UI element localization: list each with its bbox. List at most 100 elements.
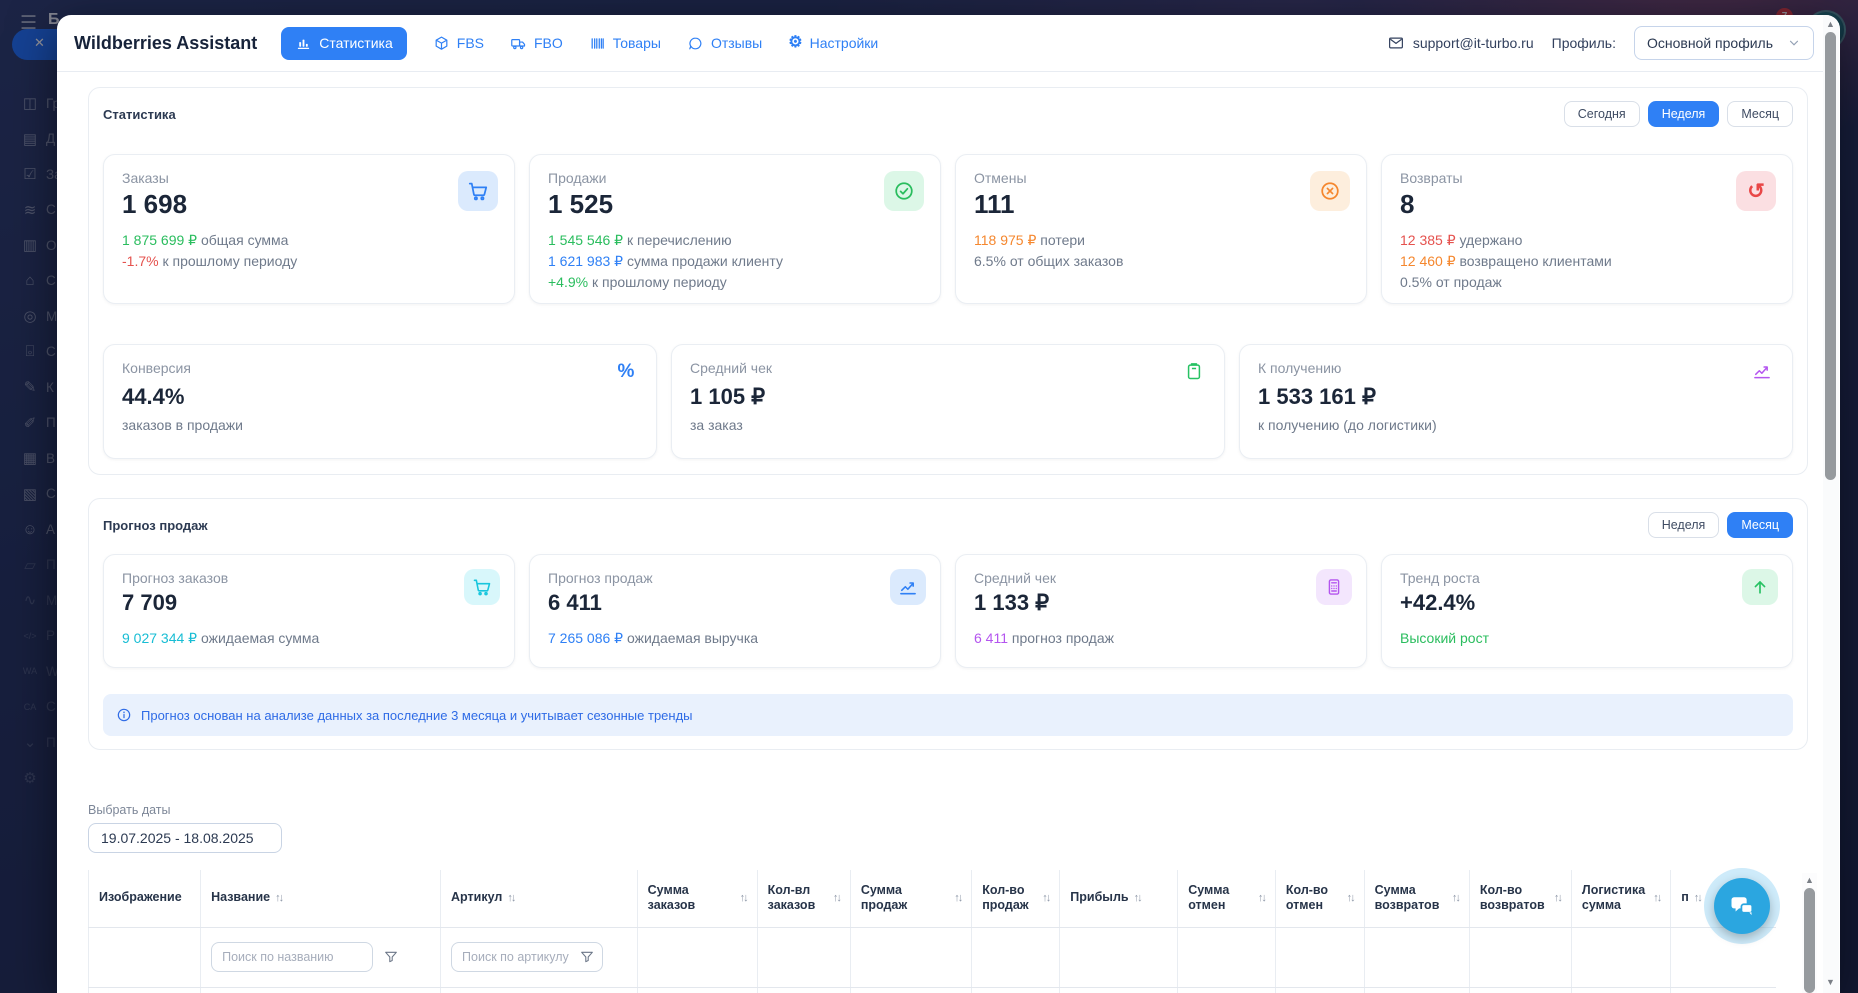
card-value: 1 525 — [548, 189, 922, 220]
conversion-card: Конверсия 44.4% заказов в продажи % — [103, 344, 657, 459]
statistics-period-button[interactable]: Месяц — [1727, 101, 1793, 127]
column-label: Сумма возвратов — [1375, 883, 1447, 914]
card-title: Отмены — [974, 170, 1348, 186]
tab-label: FBS — [457, 35, 484, 51]
returns-card: Возвраты 8 ↺ 12 385 ₽ удержано 12 460 ₽ … — [1381, 154, 1793, 304]
table-column-header[interactable]: Логистика сумма↑↓ — [1571, 870, 1670, 927]
main-nav-tabs: Статистика FBS FBO Товары Отзывы ⚙ Настр… — [281, 27, 878, 60]
table-column-header[interactable]: Сумма возвратов ↑↓ — [1364, 870, 1469, 927]
card-icon-box — [1742, 569, 1778, 605]
sort-icon[interactable]: ↑↓ — [507, 892, 514, 904]
scroll-down-arrow[interactable]: ▼ — [1823, 977, 1838, 987]
table-filter-cell — [850, 927, 971, 987]
sort-icon[interactable]: ↑↓ — [740, 892, 747, 904]
to-receive-card: К получению 1 533 161 ₽ к получению (до … — [1239, 344, 1793, 459]
card-metric: +4.9% — [548, 274, 588, 290]
name-search-input[interactable] — [211, 942, 373, 972]
card-metric: 0.5% — [1400, 274, 1432, 290]
forecast-period-button[interactable]: Месяц — [1727, 512, 1793, 538]
cart-icon — [467, 180, 489, 202]
modal-header: Wildberries Assistant Статистика FBS FBO… — [57, 15, 1840, 72]
table-column-header[interactable]: Прибыль↑↓ — [1060, 870, 1178, 927]
card-icon-box — [1310, 171, 1350, 211]
table-column-header[interactable]: Название↑↓ — [201, 870, 441, 927]
statistics-period-button[interactable]: Сегодня — [1564, 101, 1640, 127]
card-metric-label: удержано — [1460, 232, 1523, 248]
sort-icon[interactable]: ↑↓ — [954, 892, 961, 904]
arrow-up-icon — [1750, 577, 1770, 597]
wildberries-assistant-modal: Wildberries Assistant Статистика FBS FBO… — [57, 15, 1840, 993]
card-title: К получению — [1258, 360, 1774, 376]
scrollbar-thumb[interactable] — [1825, 32, 1836, 480]
table-filter-cell — [1469, 927, 1571, 987]
card-metric: -1.7% — [122, 253, 159, 269]
modal-scrollbar[interactable]: ▲ ▼ — [1823, 15, 1839, 993]
scroll-up-arrow[interactable]: ▲ — [1823, 19, 1838, 29]
table-column-header[interactable]: Сумма отмен ↑↓ — [1178, 870, 1276, 927]
card-title: Прогноз заказов — [122, 570, 496, 586]
forecast-period-button[interactable]: Неделя — [1648, 512, 1720, 538]
card-metric: 6 411 — [974, 630, 1008, 646]
card-metric-label: потери — [1040, 232, 1085, 248]
table-column-header[interactable]: Сумма заказов↑↓ — [637, 870, 757, 927]
sort-icon[interactable]: ↑↓ — [1694, 892, 1701, 904]
table-column-header[interactable]: Кол-во отмен↑↓ — [1275, 870, 1364, 927]
bar-chart-icon — [295, 35, 312, 52]
sort-icon[interactable]: ↑↓ — [1653, 892, 1660, 904]
table-column-header[interactable]: Артикул↑↓ — [441, 870, 638, 927]
statistics-period-button[interactable]: Неделя — [1648, 101, 1720, 127]
table-column-header[interactable]: Кол-во продаж↑↓ — [972, 870, 1060, 927]
column-label: Сумма отмен — [1188, 883, 1253, 914]
card-metric-label: от общих заказов — [1010, 253, 1124, 269]
tab-statistics[interactable]: Статистика — [281, 27, 407, 60]
info-icon — [116, 707, 132, 723]
sort-icon[interactable]: ↑↓ — [275, 892, 282, 904]
card-subtitle: к получению (до логистики) — [1258, 417, 1774, 433]
forecast-period-buttons: Неделя Месяц — [1648, 512, 1793, 538]
table-row-cell — [89, 987, 201, 993]
card-metric: 12 460 ₽ — [1400, 253, 1456, 269]
statistics-section: Статистика СегодняНеделяМесяц Заказы 1 6… — [88, 87, 1808, 475]
date-range-input[interactable] — [88, 823, 282, 853]
chat-button[interactable] — [1714, 878, 1770, 934]
card-metric-label: к прошлому периоду — [162, 253, 297, 269]
sort-icon[interactable]: ↑↓ — [1258, 892, 1265, 904]
filter-funnel-icon[interactable] — [383, 949, 399, 965]
tab-settings[interactable]: ⚙ Настройки — [788, 35, 878, 51]
card-metric-label: к прошлому периоду — [592, 274, 727, 290]
tab-label: Товары — [613, 35, 661, 51]
card-value: +42.4% — [1400, 590, 1774, 616]
table-column-header[interactable]: Сумма продаж↑↓ — [850, 870, 971, 927]
sort-icon[interactable]: ↑↓ — [1554, 892, 1561, 904]
table-filter-cell — [972, 927, 1060, 987]
tab-fbo[interactable]: FBO — [510, 35, 563, 52]
filter-funnel-icon[interactable] — [579, 949, 595, 965]
table-column-header[interactable]: Кол-вл заказов↑↓ — [757, 870, 850, 927]
card-metric: 7 265 086 ₽ — [548, 630, 623, 646]
profile-select[interactable]: Основной профиль — [1634, 26, 1814, 60]
card-value: 1 133 ₽ — [974, 590, 1348, 616]
forecast-orders-card: Прогноз заказов 7 709 9 027 344 ₽ ожидае… — [103, 554, 515, 668]
scrollbar-thumb[interactable] — [1804, 888, 1815, 993]
tab-fbs[interactable]: FBS — [433, 35, 484, 52]
table-filter-cell — [441, 927, 638, 987]
sort-icon[interactable]: ↑↓ — [1347, 892, 1354, 904]
sort-icon[interactable]: ↑↓ — [1042, 892, 1049, 904]
card-metric: Высокий рост — [1400, 630, 1489, 646]
table-row-cell — [972, 987, 1060, 993]
chart-line-icon — [898, 577, 918, 597]
sort-icon[interactable]: ↑↓ — [1452, 892, 1459, 904]
products-table: ИзображениеНазвание↑↓Артикул↑↓Сумма зака… — [88, 870, 1776, 993]
gear-icon: ⚙ — [788, 35, 802, 51]
sort-icon[interactable]: ↑↓ — [833, 892, 840, 904]
envelope-icon — [1387, 34, 1405, 52]
tab-products[interactable]: Товары — [589, 35, 661, 52]
table-filter-cell — [757, 927, 850, 987]
scroll-up-arrow[interactable]: ▲ — [1802, 875, 1817, 885]
sort-icon[interactable]: ↑↓ — [1134, 892, 1141, 904]
card-value: 1 698 — [122, 189, 496, 220]
table-scrollbar[interactable]: ▲ — [1802, 873, 1817, 993]
table-column-header[interactable]: Кол-во возвратов↑↓ — [1469, 870, 1571, 927]
profile-select-value: Основной профиль — [1647, 35, 1773, 51]
tab-reviews[interactable]: Отзывы — [687, 35, 762, 52]
